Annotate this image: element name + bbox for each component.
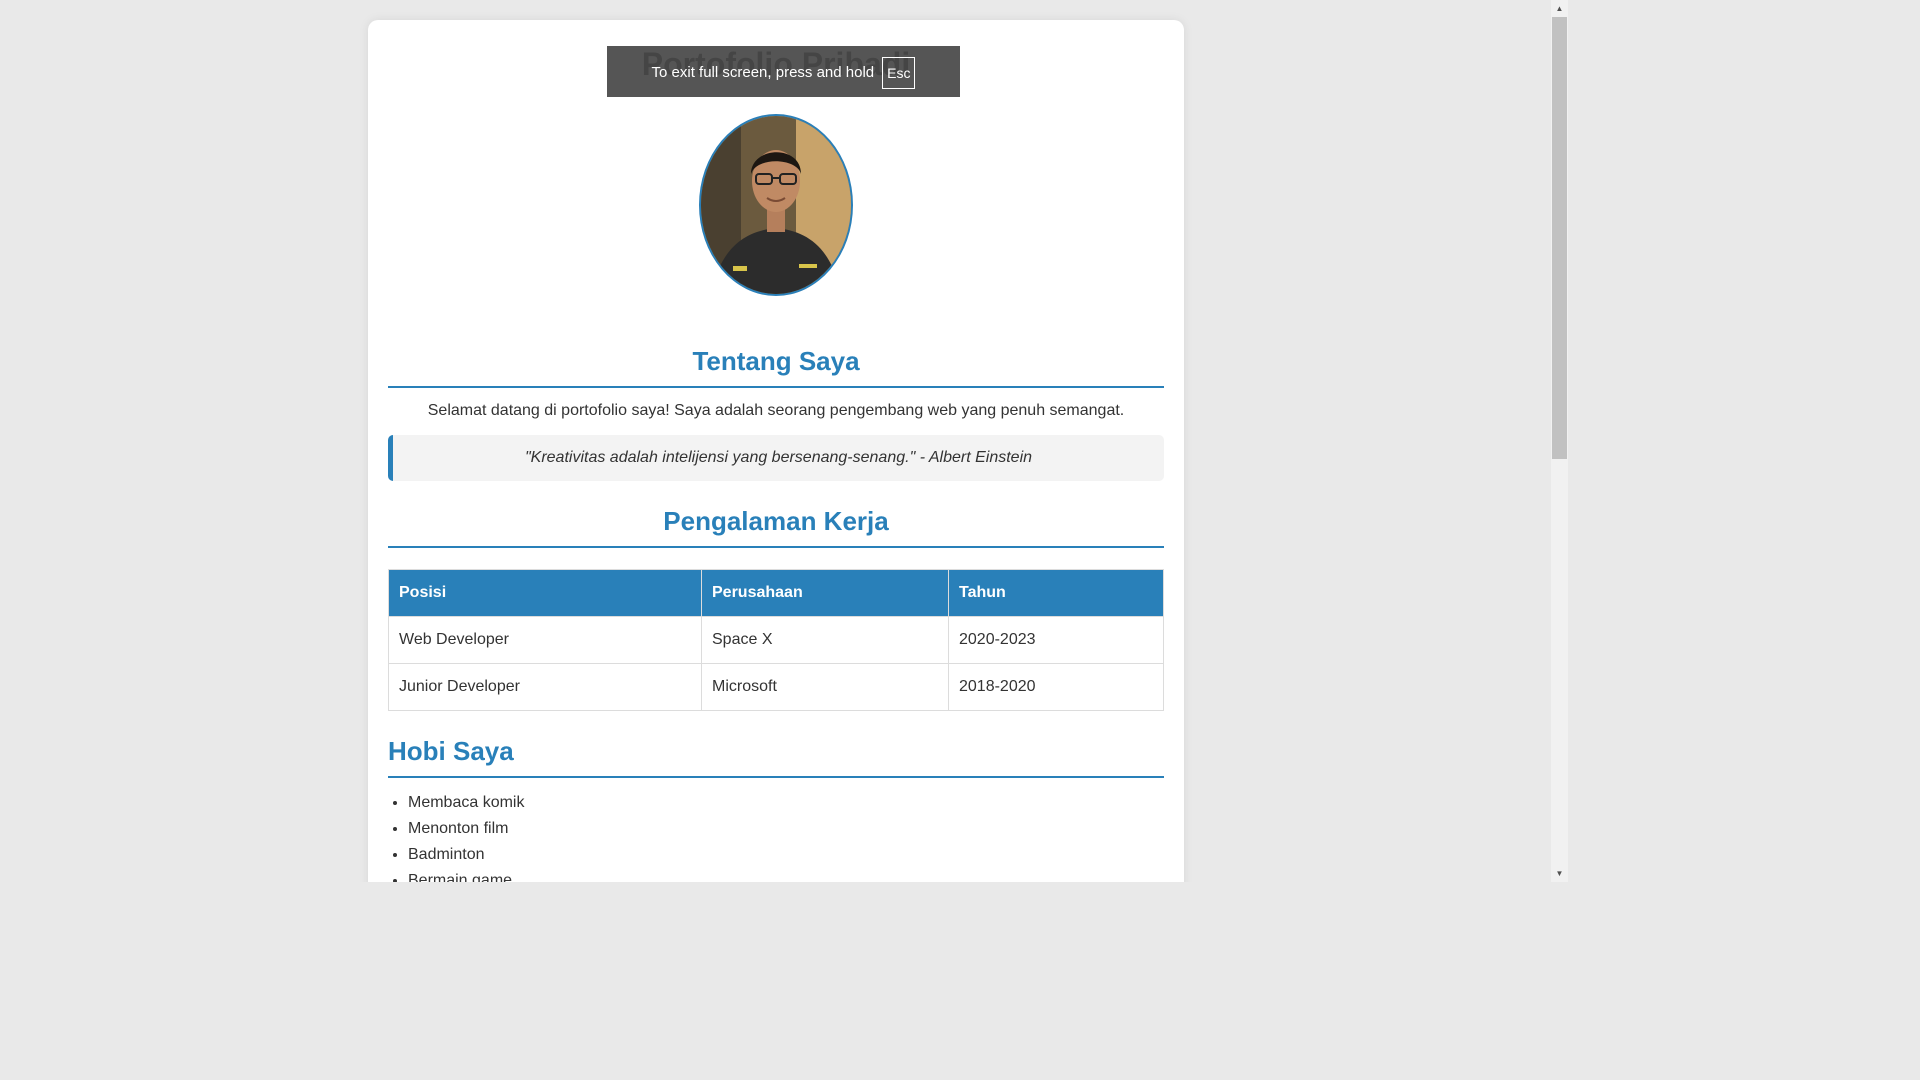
table-row: Junior Developer Microsoft 2018-2020 [388, 663, 1164, 711]
about-heading: Tentang Saya [388, 344, 1164, 388]
list-item: Badminton [408, 842, 524, 868]
table-header-row: Posisi Perusahaan Tahun [388, 569, 1164, 617]
vertical-scrollbar[interactable]: ▲ ▼ [1551, 0, 1568, 882]
esc-key-badge: Esc [882, 56, 916, 89]
list-item: Menonton film [408, 816, 524, 842]
experience-heading: Pengalaman Kerja [388, 504, 1164, 548]
cell-year: 2018-2020 [948, 663, 1164, 711]
experience-table: Posisi Perusahaan Tahun Web Developer Sp… [388, 569, 1164, 711]
column-header-position: Posisi [388, 569, 702, 617]
cell-company: Microsoft [701, 663, 949, 711]
cell-position: Web Developer [388, 616, 702, 664]
scroll-up-arrow-icon[interactable]: ▲ [1551, 0, 1568, 17]
about-intro-text: Selamat datang di portofolio saya! Saya … [427, 402, 1125, 419]
scrollbar-thumb[interactable] [1552, 17, 1567, 459]
fullscreen-exit-notice: To exit full screen, press and hold Esc [607, 46, 960, 97]
quote-block: "Kreativitas adalah intelijensi yang ber… [388, 435, 1164, 481]
list-item: Membaca komik [408, 790, 524, 816]
cell-position: Junior Developer [388, 663, 702, 711]
fullscreen-notice-text: To exit full screen, press and hold [651, 64, 875, 81]
browser-viewport: Portofolio Pribadi Tentang Saya Selamat … [0, 0, 1568, 882]
column-header-company: Perusahaan [701, 569, 949, 617]
profile-photo-illustration [701, 116, 851, 294]
quote-text: "Kreativitas adalah intelijensi yang ber… [524, 449, 1033, 466]
cell-company: Space X [701, 616, 949, 664]
profile-photo [699, 114, 853, 296]
cell-year: 2020-2023 [948, 616, 1164, 664]
column-header-year: Tahun [948, 569, 1164, 617]
scroll-down-arrow-icon[interactable]: ▼ [1551, 865, 1568, 882]
hobbies-heading: Hobi Saya [388, 734, 1164, 778]
list-item: Bermain game [408, 868, 524, 882]
table-row: Web Developer Space X 2020-2023 [388, 616, 1164, 664]
portfolio-card: Portofolio Pribadi Tentang Saya Selamat … [368, 20, 1184, 882]
hobbies-list: Membaca komik Menonton film Badminton Be… [388, 790, 524, 882]
